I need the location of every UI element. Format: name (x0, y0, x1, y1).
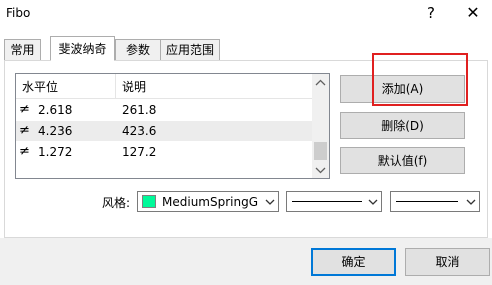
tab-parameters[interactable]: 参数 (115, 39, 161, 61)
ok-button-label: 确定 (341, 255, 366, 269)
color-swatch (142, 195, 156, 208)
window-title: Fibo (6, 6, 31, 20)
column-header-desc[interactable]: 说明 (116, 74, 312, 99)
level-icon: ≠ (19, 144, 30, 159)
line-style-select[interactable] (286, 191, 382, 212)
style-label: 风格: (102, 196, 131, 210)
cancel-button[interactable]: 取消 (405, 248, 490, 276)
level-desc: 127.2 (122, 145, 157, 159)
color-select[interactable]: MediumSpringG (137, 191, 279, 212)
fibo-levels-list[interactable]: 水平位 说明 ≠ 2.618 261.8 ≠ 4.236 423.6 ≠ 1.2… (15, 73, 330, 179)
level-desc: 261.8 (122, 103, 157, 117)
line-width-select[interactable] (390, 191, 480, 212)
level-icon: ≠ (19, 102, 30, 117)
list-scrollbar[interactable] (312, 74, 329, 178)
line-style-preview (292, 201, 362, 202)
column-header-level[interactable]: 水平位 (16, 74, 116, 99)
tab-common[interactable]: 常用 (4, 39, 41, 61)
chevron-down-icon[interactable] (368, 195, 378, 209)
default-button[interactable]: 默认值(f) (340, 147, 465, 174)
scroll-thumb[interactable] (314, 142, 327, 160)
chevron-down-icon[interactable] (265, 195, 275, 209)
color-name: MediumSpringG (162, 195, 259, 209)
scroll-up-icon[interactable] (315, 79, 326, 87)
chevron-down-icon[interactable] (466, 195, 476, 209)
level-value: 2.618 (38, 103, 73, 117)
list-item[interactable]: ≠ 4.236 423.6 (16, 121, 312, 141)
tab-scope[interactable]: 应用范围 (160, 39, 220, 61)
close-button[interactable]: ✕ (458, 2, 488, 24)
level-icon: ≠ (19, 123, 30, 138)
level-value: 1.272 (38, 145, 73, 159)
level-desc: 423.6 (122, 124, 157, 138)
default-button-label: 默认值(f) (377, 154, 428, 168)
list-item[interactable]: ≠ 2.618 261.8 (16, 100, 312, 120)
help-button[interactable]: ? (416, 2, 446, 24)
level-value: 4.236 (38, 124, 73, 138)
ok-button[interactable]: 确定 (311, 248, 396, 276)
line-width-preview (396, 201, 458, 202)
cancel-button-label: 取消 (435, 255, 460, 269)
delete-button[interactable]: 删除(D) (340, 112, 465, 139)
list-item[interactable]: ≠ 1.272 127.2 (16, 142, 312, 162)
delete-button-label: 删除(D) (381, 119, 424, 133)
list-header: 水平位 说明 (16, 74, 312, 99)
scroll-down-icon[interactable] (315, 166, 326, 174)
highlight-box (372, 53, 468, 106)
tab-fibonacci[interactable]: 斐波纳奇 (50, 36, 115, 61)
